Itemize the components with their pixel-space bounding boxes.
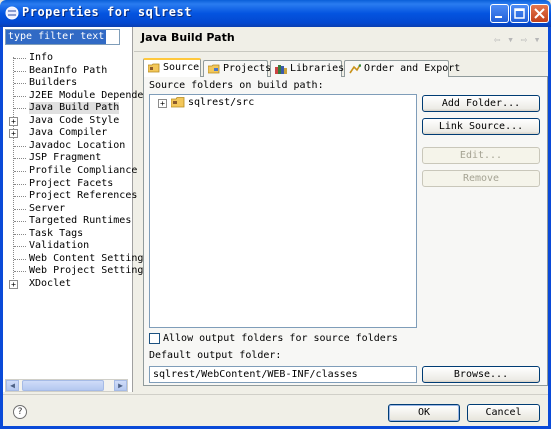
expand-icon[interactable]: + [9,279,18,289]
tree-connector [14,246,26,248]
link-source-button[interactable]: Link Source... [422,118,540,135]
close-icon [534,8,545,19]
source-folders-label-text: Source folders on build path: [149,80,324,91]
tree-item-label: Java Code Style [29,114,120,126]
tree-connector [14,158,26,160]
library-icon [275,65,287,74]
source-folders-label: Source folders on build path: [149,80,324,91]
tab-projects[interactable]: Projects [203,60,272,77]
tree-connector [14,170,26,172]
filter-input[interactable]: type filter text [5,29,120,45]
tree-connector [14,196,26,198]
scroll-right-arrow-icon[interactable]: ▶ [114,380,127,391]
tree-item-label: Validation [29,240,90,252]
tree-item-label: Project References [29,190,138,202]
expand-icon[interactable]: + [9,129,18,139]
tab-libraries-label: Libraries [290,63,345,74]
expand-icon[interactable]: + [9,116,18,126]
tree-connector [14,83,26,85]
tab-order-export-label: Order and Export [364,63,461,74]
tree-item-label: Info [29,52,54,63]
tree-item-label: Builders [29,77,78,89]
allow-output-folders-label: Allow output folders for source folders [163,333,398,344]
tree-item-label: JSP Fragment [29,152,102,164]
tab-order-export[interactable]: Order and Export [344,60,460,77]
back-arrow-icon[interactable]: ⇦ [494,33,501,46]
close-button[interactable] [530,4,549,23]
tree-connector [14,108,26,110]
tab-projects-label: Projects [223,63,272,74]
source-folders-list[interactable] [149,94,417,328]
source-folder-icon [171,97,185,108]
tree-item-label: Web Project Settings [29,265,150,277]
minimize-icon [495,16,502,18]
tree-connector [14,233,26,235]
help-icon[interactable]: ? [13,405,27,419]
remove-button[interactable]: Remove [422,170,540,187]
tree-item-label: XDoclet [29,277,72,289]
tree-item-label: Server [29,202,66,214]
window-title: Properties for sqlrest [22,5,192,19]
tab-libraries[interactable]: Libraries [270,60,345,77]
expand-icon[interactable]: + [158,99,167,108]
maximize-button[interactable] [510,4,529,23]
history-nav: ⇦ ▾ ⇨ ▾ [494,33,541,46]
eclipse-icon [5,6,19,20]
tab-source-label: Source [163,62,200,73]
filter-text: type filter text [6,30,107,44]
tree-connector [14,145,26,147]
cancel-button[interactable]: Cancel [467,404,540,422]
order-icon [349,64,361,74]
tree-item-label: Task Tags [29,227,84,239]
default-output-folder-label: Default output folder: [149,350,282,361]
tree-connector [14,70,26,72]
maximize-icon [514,8,525,19]
tree-item-label: BeanInfo Path [29,64,108,76]
tree-connector [14,208,26,210]
tree-item-label: Targeted Runtimes [29,215,132,227]
footer-divider [3,394,548,395]
scroll-thumb[interactable] [22,380,104,391]
title-bar[interactable]: Properties for sqlrest [0,0,551,27]
tree-connector [14,271,26,273]
tree-connector [14,258,26,260]
source-folder-label: sqlrest/src [188,97,255,108]
header-divider [134,51,548,52]
page-title: Java Build Path [141,31,235,44]
source-folder-icon [148,63,160,73]
tree-connector [14,221,26,223]
ok-button[interactable]: OK [388,404,460,422]
horizontal-scrollbar[interactable]: ◀ ▶ [5,379,128,392]
scroll-left-arrow-icon[interactable]: ◀ [6,380,19,391]
minimize-button[interactable] [490,4,509,23]
tree-guide-line [13,57,14,287]
allow-output-folders-checkbox[interactable] [149,333,160,344]
default-output-folder-field[interactable]: sqlrest/WebContent/WEB-INF/classes [149,366,417,383]
tree-item-label: Profile Compliance a [29,164,150,176]
tree-item-label: Project Facets [29,177,114,189]
tree-item-label: Web Content Settings [29,252,150,264]
tree-item-label: Javadoc Location [29,139,126,151]
tab-source[interactable]: Source [143,58,201,77]
tree-connector [14,183,26,185]
tree-item-label: Java Build Path [29,102,120,115]
tree-item-label: J2EE Module Dependen [29,89,150,101]
forward-arrow-icon[interactable]: ⇨ [521,33,528,46]
edit-button[interactable]: Edit... [422,147,540,164]
tree-connector [14,58,26,59]
add-folder-button[interactable]: Add Folder... [422,95,540,112]
browse-button[interactable]: Browse... [422,366,540,383]
project-icon [208,64,220,74]
tree-connector [14,95,26,97]
tree-item-label: Java Compiler [29,127,108,139]
